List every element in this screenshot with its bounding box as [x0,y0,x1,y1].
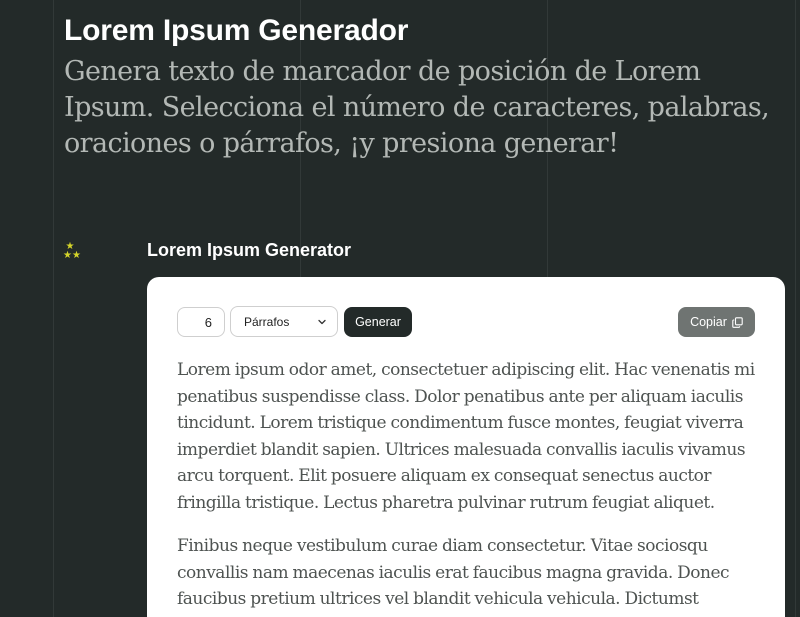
chevron-down-icon [318,319,326,324]
copy-button[interactable]: Copiar [678,307,755,337]
sparkle-stars-icon: ★ ★★ [63,241,81,261]
count-input[interactable] [177,307,225,337]
page-title: Lorem Ipsum Generador [64,14,409,47]
grid-line [795,0,796,617]
generated-paragraph: Lorem ipsum odor amet, consectetuer adip… [177,360,755,513]
copy-button-label: Copiar [690,315,727,329]
unit-select-value: Párrafos [244,314,290,329]
unit-select[interactable]: Párrafos [230,306,338,337]
page-subtitle: Genera texto de marcador de posición de … [64,56,770,159]
grid-line [53,0,54,617]
generate-button[interactable]: Generar [344,307,412,337]
section-title: Lorem Ipsum Generator [147,240,352,260]
page: Lorem Ipsum Generador Genera texto de ma… [0,0,800,617]
generator-card: Párrafos Generar Copiar Lorem ipsum odor… [147,277,785,617]
copy-icon [732,316,743,328]
generated-paragraph: Finibus neque vestibulum curae diam cons… [177,536,730,609]
generated-text: Lorem ipsum odor amet, consectetuer adip… [177,357,757,617]
